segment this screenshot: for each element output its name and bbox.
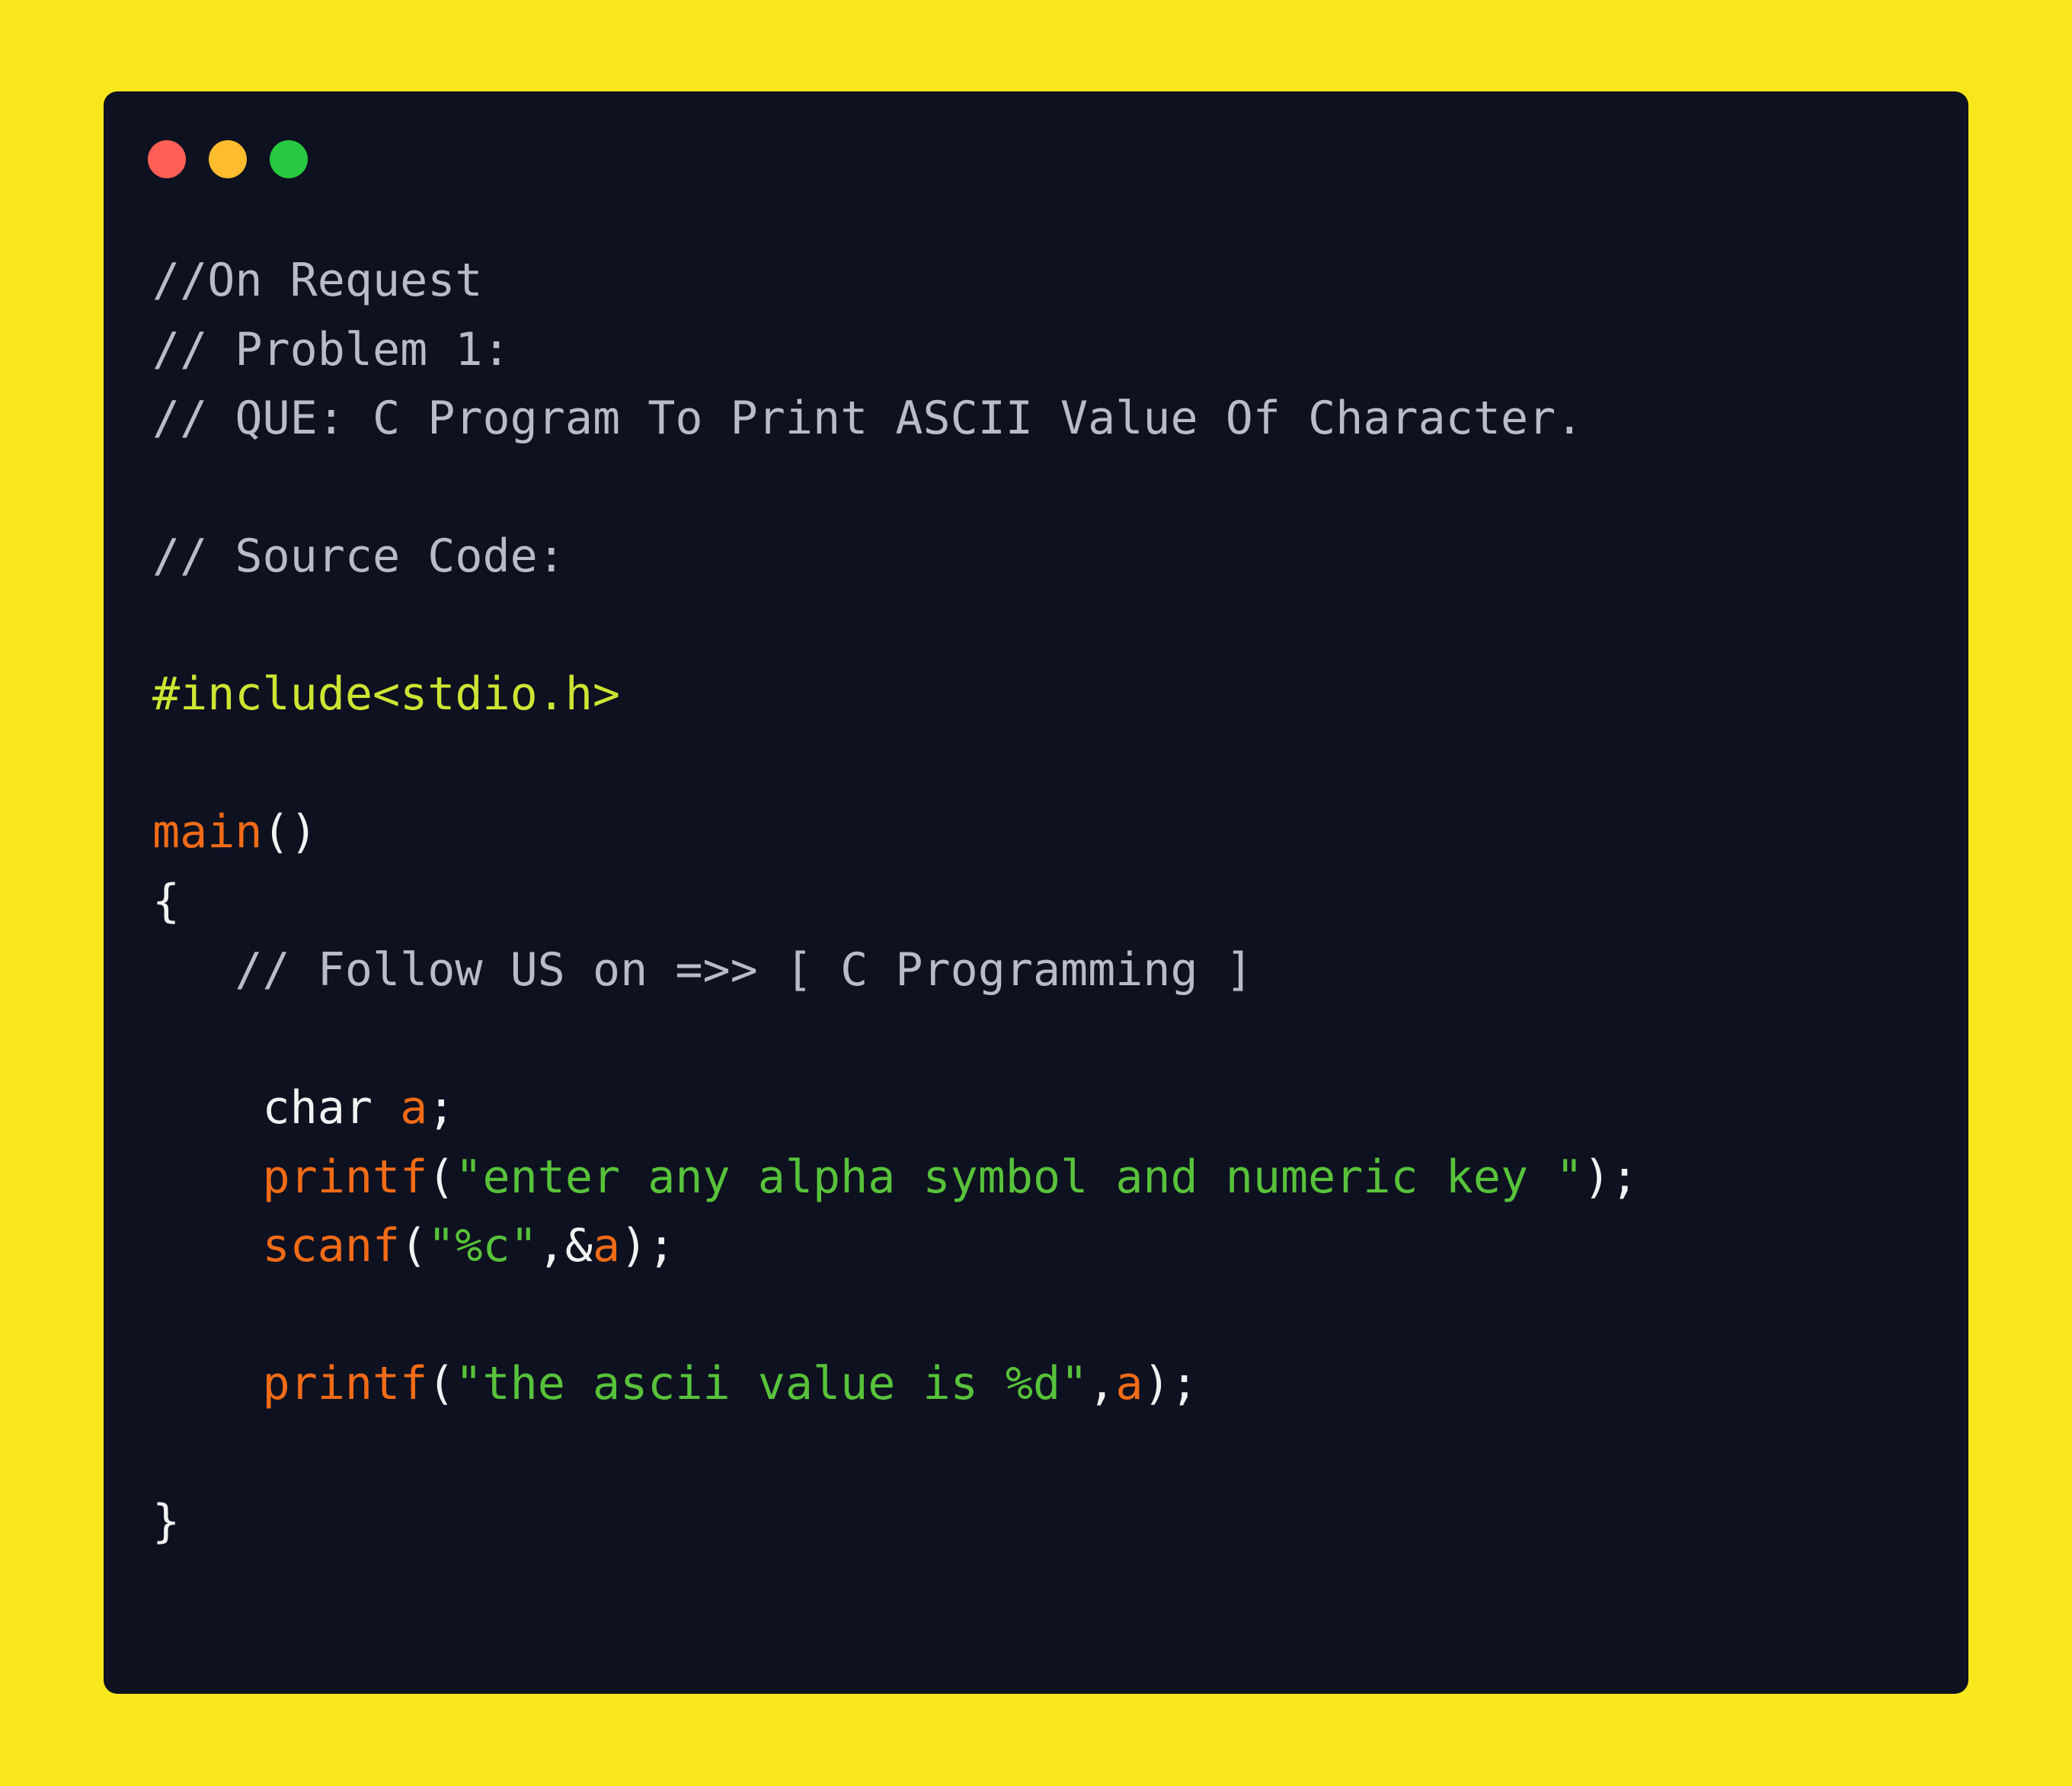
code-token-str: "%c" xyxy=(427,1219,538,1272)
code-line: // QUE: C Program To Print ASCII Value O… xyxy=(152,395,1583,449)
code-token-plain: } xyxy=(152,1495,181,1548)
code-token-plain: ); xyxy=(1583,1150,1639,1204)
code-token-plain: { xyxy=(152,874,181,928)
code-line: // Problem 1: xyxy=(152,327,510,380)
code-token-plain: ( xyxy=(427,1150,456,1204)
code-token-pre: #include<stdio.h> xyxy=(152,667,621,721)
code-token-plain: char xyxy=(152,1081,401,1135)
code-token-plain: ; xyxy=(427,1081,456,1135)
code-token-comment: //On Request xyxy=(152,254,483,307)
code-token-fn: printf xyxy=(152,1357,428,1410)
code-token-var: a xyxy=(1115,1357,1143,1410)
code-line: scanf("%c",&a); xyxy=(152,1223,675,1276)
code-token-plain: , xyxy=(1088,1357,1116,1410)
code-token-fn: printf xyxy=(152,1150,428,1204)
code-token-comment: // QUE: C Program To Print ASCII Value O… xyxy=(152,392,1584,445)
code-token-plain: ( xyxy=(427,1357,456,1410)
minimize-dot-icon[interactable] xyxy=(209,140,247,178)
code-window: //On Request // Problem 1: // QUE: C Progr… xyxy=(104,91,1968,1694)
code-token-comment: // Follow US on =>> [ C Programming ] xyxy=(152,943,1253,997)
code-line: // Follow US on =>> [ C Programming ] xyxy=(152,947,1253,1000)
code-token-comment: // Problem 1: xyxy=(152,322,510,376)
code-token-plain: ); xyxy=(1143,1357,1198,1410)
code-line: #include<stdio.h> xyxy=(152,671,620,725)
code-line: main() xyxy=(152,809,318,863)
window-controls xyxy=(148,140,308,178)
code-token-plain: ); xyxy=(620,1219,676,1272)
code-token-plain: ( xyxy=(400,1219,428,1272)
code-token-fn: main xyxy=(152,805,263,859)
maximize-dot-icon[interactable] xyxy=(270,140,308,178)
code-token-str: "the ascii value is %d" xyxy=(455,1357,1089,1410)
code-token-plain: ,& xyxy=(537,1219,593,1272)
code-line: char a; xyxy=(152,1085,455,1138)
code-token-str: "enter any alpha symbol and numeric key … xyxy=(455,1150,1584,1204)
code-token-var: a xyxy=(400,1081,428,1135)
code-line: printf("enter any alpha symbol and numer… xyxy=(152,1150,1639,1208)
code-line: // Source Code: xyxy=(152,533,565,587)
close-dot-icon[interactable] xyxy=(148,140,186,178)
code-line: printf("the ascii value is %d",a); xyxy=(152,1361,1197,1414)
code-token-var: a xyxy=(592,1219,621,1272)
code-line: { xyxy=(152,879,180,932)
code-line: //On Request xyxy=(152,258,482,311)
code-token-plain: () xyxy=(262,805,318,859)
code-line: } xyxy=(152,1499,180,1552)
code-token-fn: scanf xyxy=(152,1219,401,1272)
code-token-comment: // Source Code: xyxy=(152,530,565,583)
